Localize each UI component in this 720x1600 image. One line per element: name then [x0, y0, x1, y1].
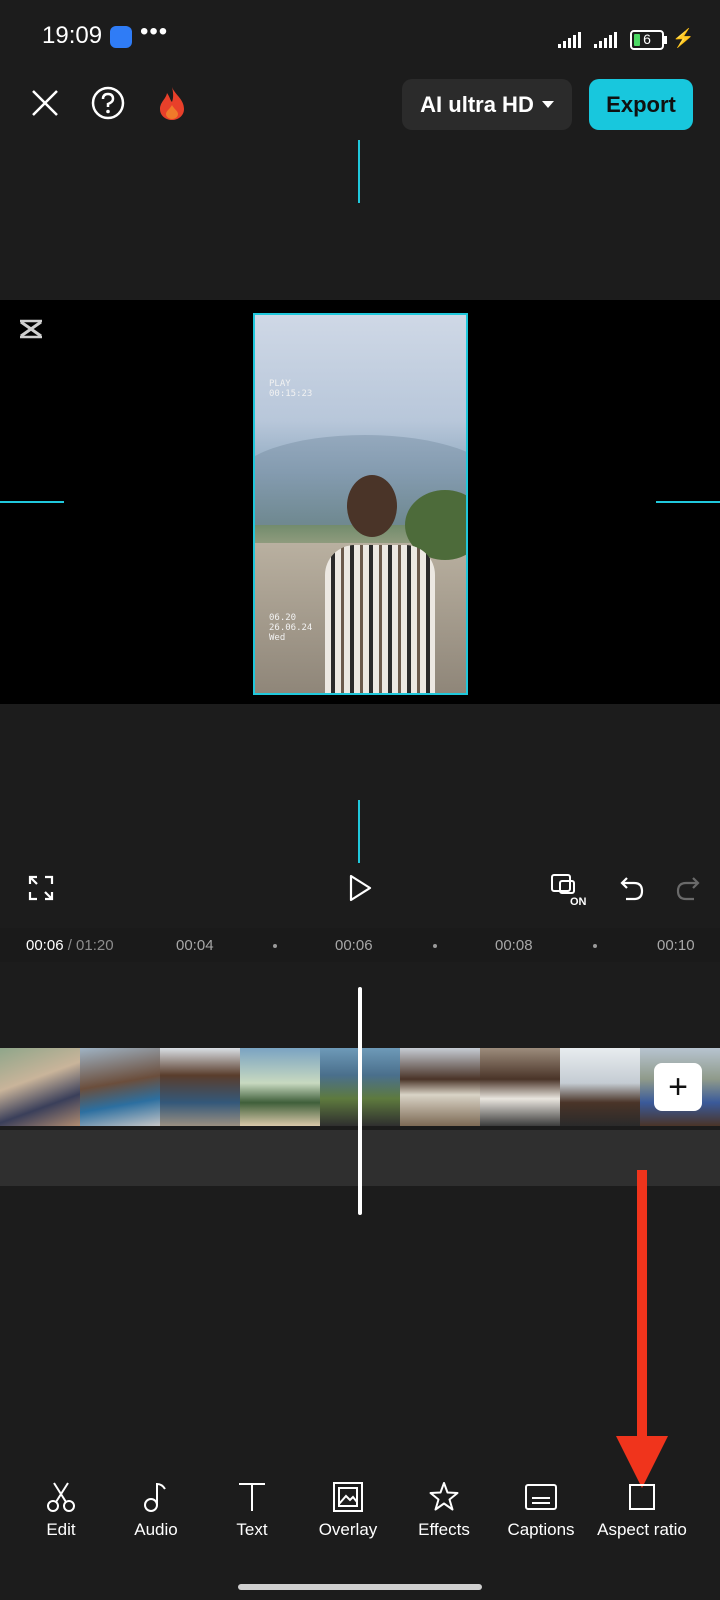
ruler-dot — [593, 944, 597, 948]
annotation-arrow — [637, 1170, 647, 1440]
ruler-tick-label: 00:04 — [176, 937, 214, 954]
play-icon[interactable] — [345, 873, 375, 903]
scissors-icon — [47, 1482, 75, 1512]
toolbar-item-text[interactable]: Text — [204, 1480, 300, 1540]
home-indicator[interactable] — [238, 1584, 482, 1590]
clip-thumbnail — [400, 1048, 480, 1126]
video-overlay-date-text: 06.20 26.06.24 Wed — [269, 613, 313, 643]
toolbar-item-label: Overlay — [318, 1520, 378, 1539]
current-time: 00:06 — [26, 937, 64, 954]
chevron-down-icon — [541, 100, 554, 108]
battery-icon: 6 — [630, 30, 664, 50]
toolbar-item-label: Edit — [46, 1520, 76, 1539]
toolbar-item-label: Captions — [507, 1520, 575, 1539]
quality-label: AI ultra HD — [420, 91, 534, 117]
clip-thumbnail — [240, 1048, 320, 1126]
center-guide-line — [358, 800, 360, 863]
messages-app-icon — [110, 26, 132, 48]
toolbar-item-label: Effects — [418, 1520, 470, 1539]
clip-thumbnail — [560, 1048, 640, 1126]
svg-text:ON: ON — [570, 896, 587, 907]
video-overlay-play-text: PLAY 00:15:23 — [269, 379, 313, 399]
undo-icon[interactable] — [617, 873, 647, 903]
toolbar-item-overlay[interactable]: Overlay — [300, 1480, 396, 1540]
keyframe-on-icon[interactable]: ON — [550, 871, 588, 907]
clip-thumbnail — [160, 1048, 240, 1126]
signal-icon — [594, 30, 617, 48]
fire-icon[interactable] — [155, 84, 189, 122]
ruler-dot — [433, 944, 437, 948]
signal-icon — [558, 30, 581, 48]
add-clip-button[interactable]: + — [654, 1063, 702, 1111]
status-time: 19:09 — [42, 22, 103, 49]
battery-level: 6 — [643, 31, 651, 47]
battery-nub — [664, 36, 667, 44]
export-button[interactable]: Export — [589, 79, 693, 130]
captions-icon — [525, 1484, 557, 1510]
capcut-watermark-icon — [18, 318, 44, 340]
toolbar-item-effects[interactable]: Effects — [396, 1480, 492, 1540]
effects-star-icon — [429, 1482, 459, 1511]
toolbar-item-aspect-ratio[interactable]: Aspect ratio — [582, 1480, 702, 1540]
person-figure — [325, 545, 435, 693]
total-time: / 01:20 — [63, 937, 114, 954]
center-guide-line — [0, 501, 64, 503]
ruler-dot — [273, 944, 277, 948]
close-icon[interactable] — [28, 86, 62, 120]
center-guide-line — [358, 140, 360, 203]
help-icon[interactable] — [91, 86, 125, 120]
playhead[interactable] — [358, 987, 362, 1215]
toolbar-item-edit[interactable]: Edit — [13, 1480, 109, 1540]
center-guide-line — [656, 501, 720, 503]
clip-thumbnail — [480, 1048, 560, 1126]
text-icon — [239, 1483, 265, 1511]
toolbar-item-label: Audio — [134, 1520, 178, 1539]
ruler-tick-label: 00:06 — [335, 937, 373, 954]
clip-thumbnail — [80, 1048, 160, 1126]
more-notifications-icon: ••• — [140, 18, 169, 45]
charging-bolt-icon: ⚡ — [672, 28, 695, 48]
clip-thumbnail — [0, 1048, 80, 1126]
toolbar-item-audio[interactable]: Audio — [108, 1480, 204, 1540]
aspect-ratio-icon — [629, 1484, 655, 1510]
fullscreen-icon[interactable] — [26, 873, 56, 903]
ruler-tick-label: 00:08 — [495, 937, 533, 954]
ruler-tick-label: 00:10 — [657, 937, 695, 954]
quality-dropdown[interactable]: AI ultra HD — [402, 79, 572, 130]
bottom-toolbar: Edit Audio Text Overlay Effects Captions — [0, 1480, 720, 1550]
overlay-icon — [333, 1482, 363, 1512]
toolbar-item-captions[interactable]: Captions — [493, 1480, 589, 1540]
toolbar-item-label: Aspect ratio — [597, 1520, 687, 1539]
video-frame[interactable]: PLAY 00:15:23 06.20 26.06.24 Wed — [253, 313, 468, 695]
timecode: 00:06 / 01:20 — [26, 937, 114, 954]
toolbar-item-label: Text — [236, 1520, 268, 1539]
music-note-icon — [144, 1482, 166, 1512]
redo-icon[interactable] — [673, 873, 703, 903]
